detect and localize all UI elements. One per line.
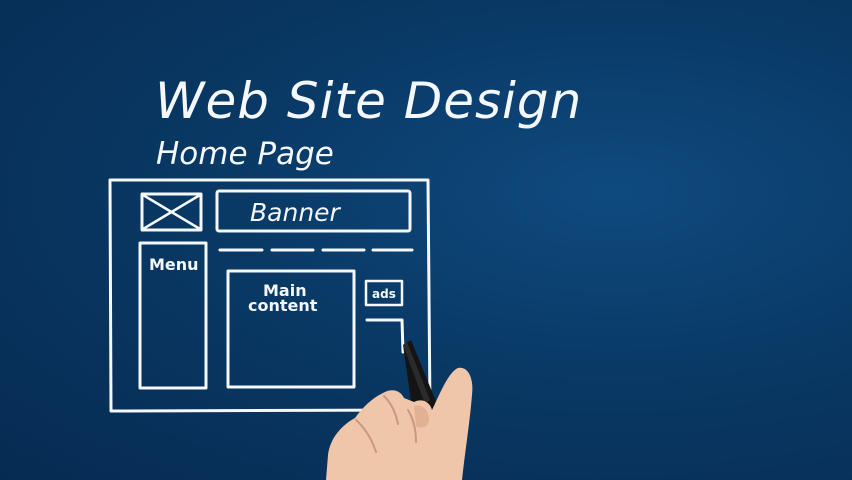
menu-label: Menu xyxy=(149,255,199,274)
image-placeholder-icon xyxy=(140,192,203,232)
page-title: Web Site Design xyxy=(155,72,582,130)
whiteboard-sketch: Web Site Design Home Page Banner Menu Ma… xyxy=(108,72,582,480)
ads-label: ads xyxy=(372,287,396,301)
banner-label: Banner xyxy=(250,198,342,227)
sketch-canvas: Web Site Design Home Page Banner Menu Ma… xyxy=(0,0,852,480)
main-content-label-line2: content xyxy=(248,296,318,315)
page-subtitle: Home Page xyxy=(156,136,334,172)
partial-sidebar-box xyxy=(365,318,405,354)
hand xyxy=(326,367,473,480)
